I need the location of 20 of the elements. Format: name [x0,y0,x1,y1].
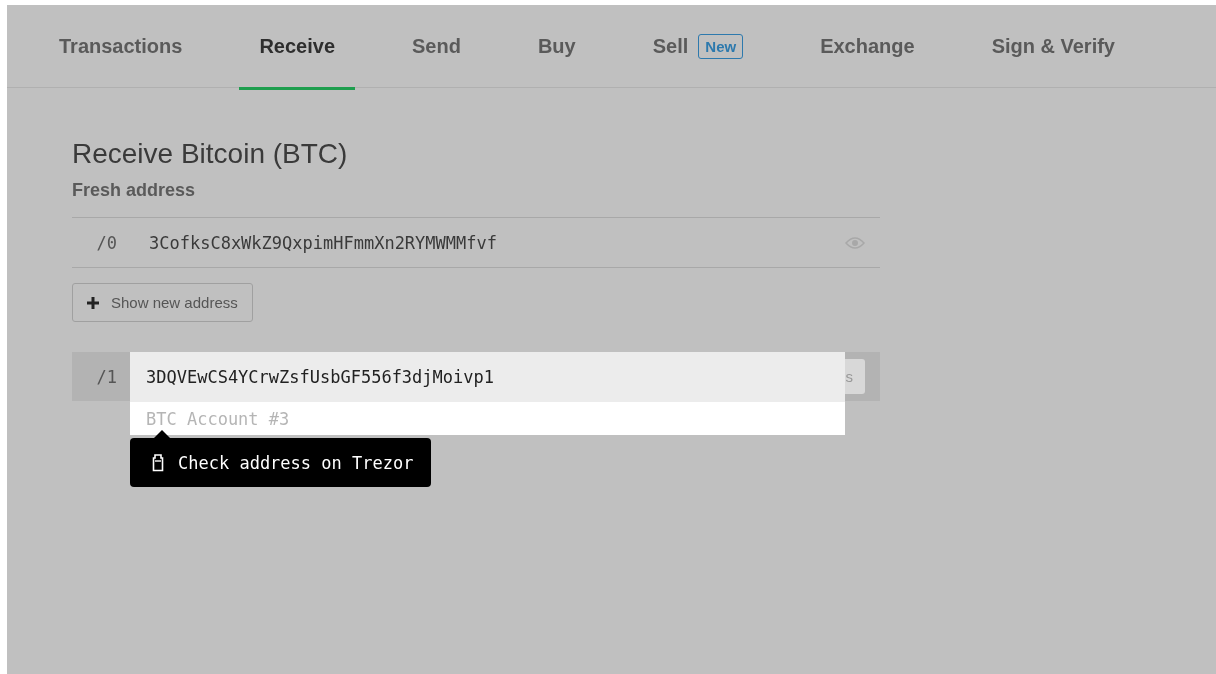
tab[interactable]: Send [392,5,481,90]
address-path: /1 [95,366,117,387]
page-title: Receive Bitcoin (BTC) [72,138,349,170]
tab[interactable]: Transactions [39,5,203,90]
device-icon [152,453,164,472]
new-badge: New [698,33,744,59]
section-label: Fresh address [72,180,197,201]
eye-icon[interactable] [845,235,865,250]
tab[interactable]: Exchange [800,5,935,90]
address-text: 3DQVEwCS4YCrwZsfUsbGF556f3djMoivp1 [130,352,845,402]
plus-icon [87,296,99,309]
address-text: 3CofksC8xWkZ9QxpimHFmmXn2RYMWMMfvf [149,232,498,253]
address-path: /0 [95,232,117,253]
account-label: BTC Account #3 [145,407,291,431]
tab[interactable]: Buy [517,5,596,90]
tooltip-text: Check address on Trezor [178,452,414,473]
tab[interactable]: Receive [239,5,355,90]
tab[interactable]: Sign & Verify [971,5,1135,90]
show-new-address-button[interactable]: Show new address [72,283,253,322]
tab[interactable]: Sell New [632,5,764,90]
